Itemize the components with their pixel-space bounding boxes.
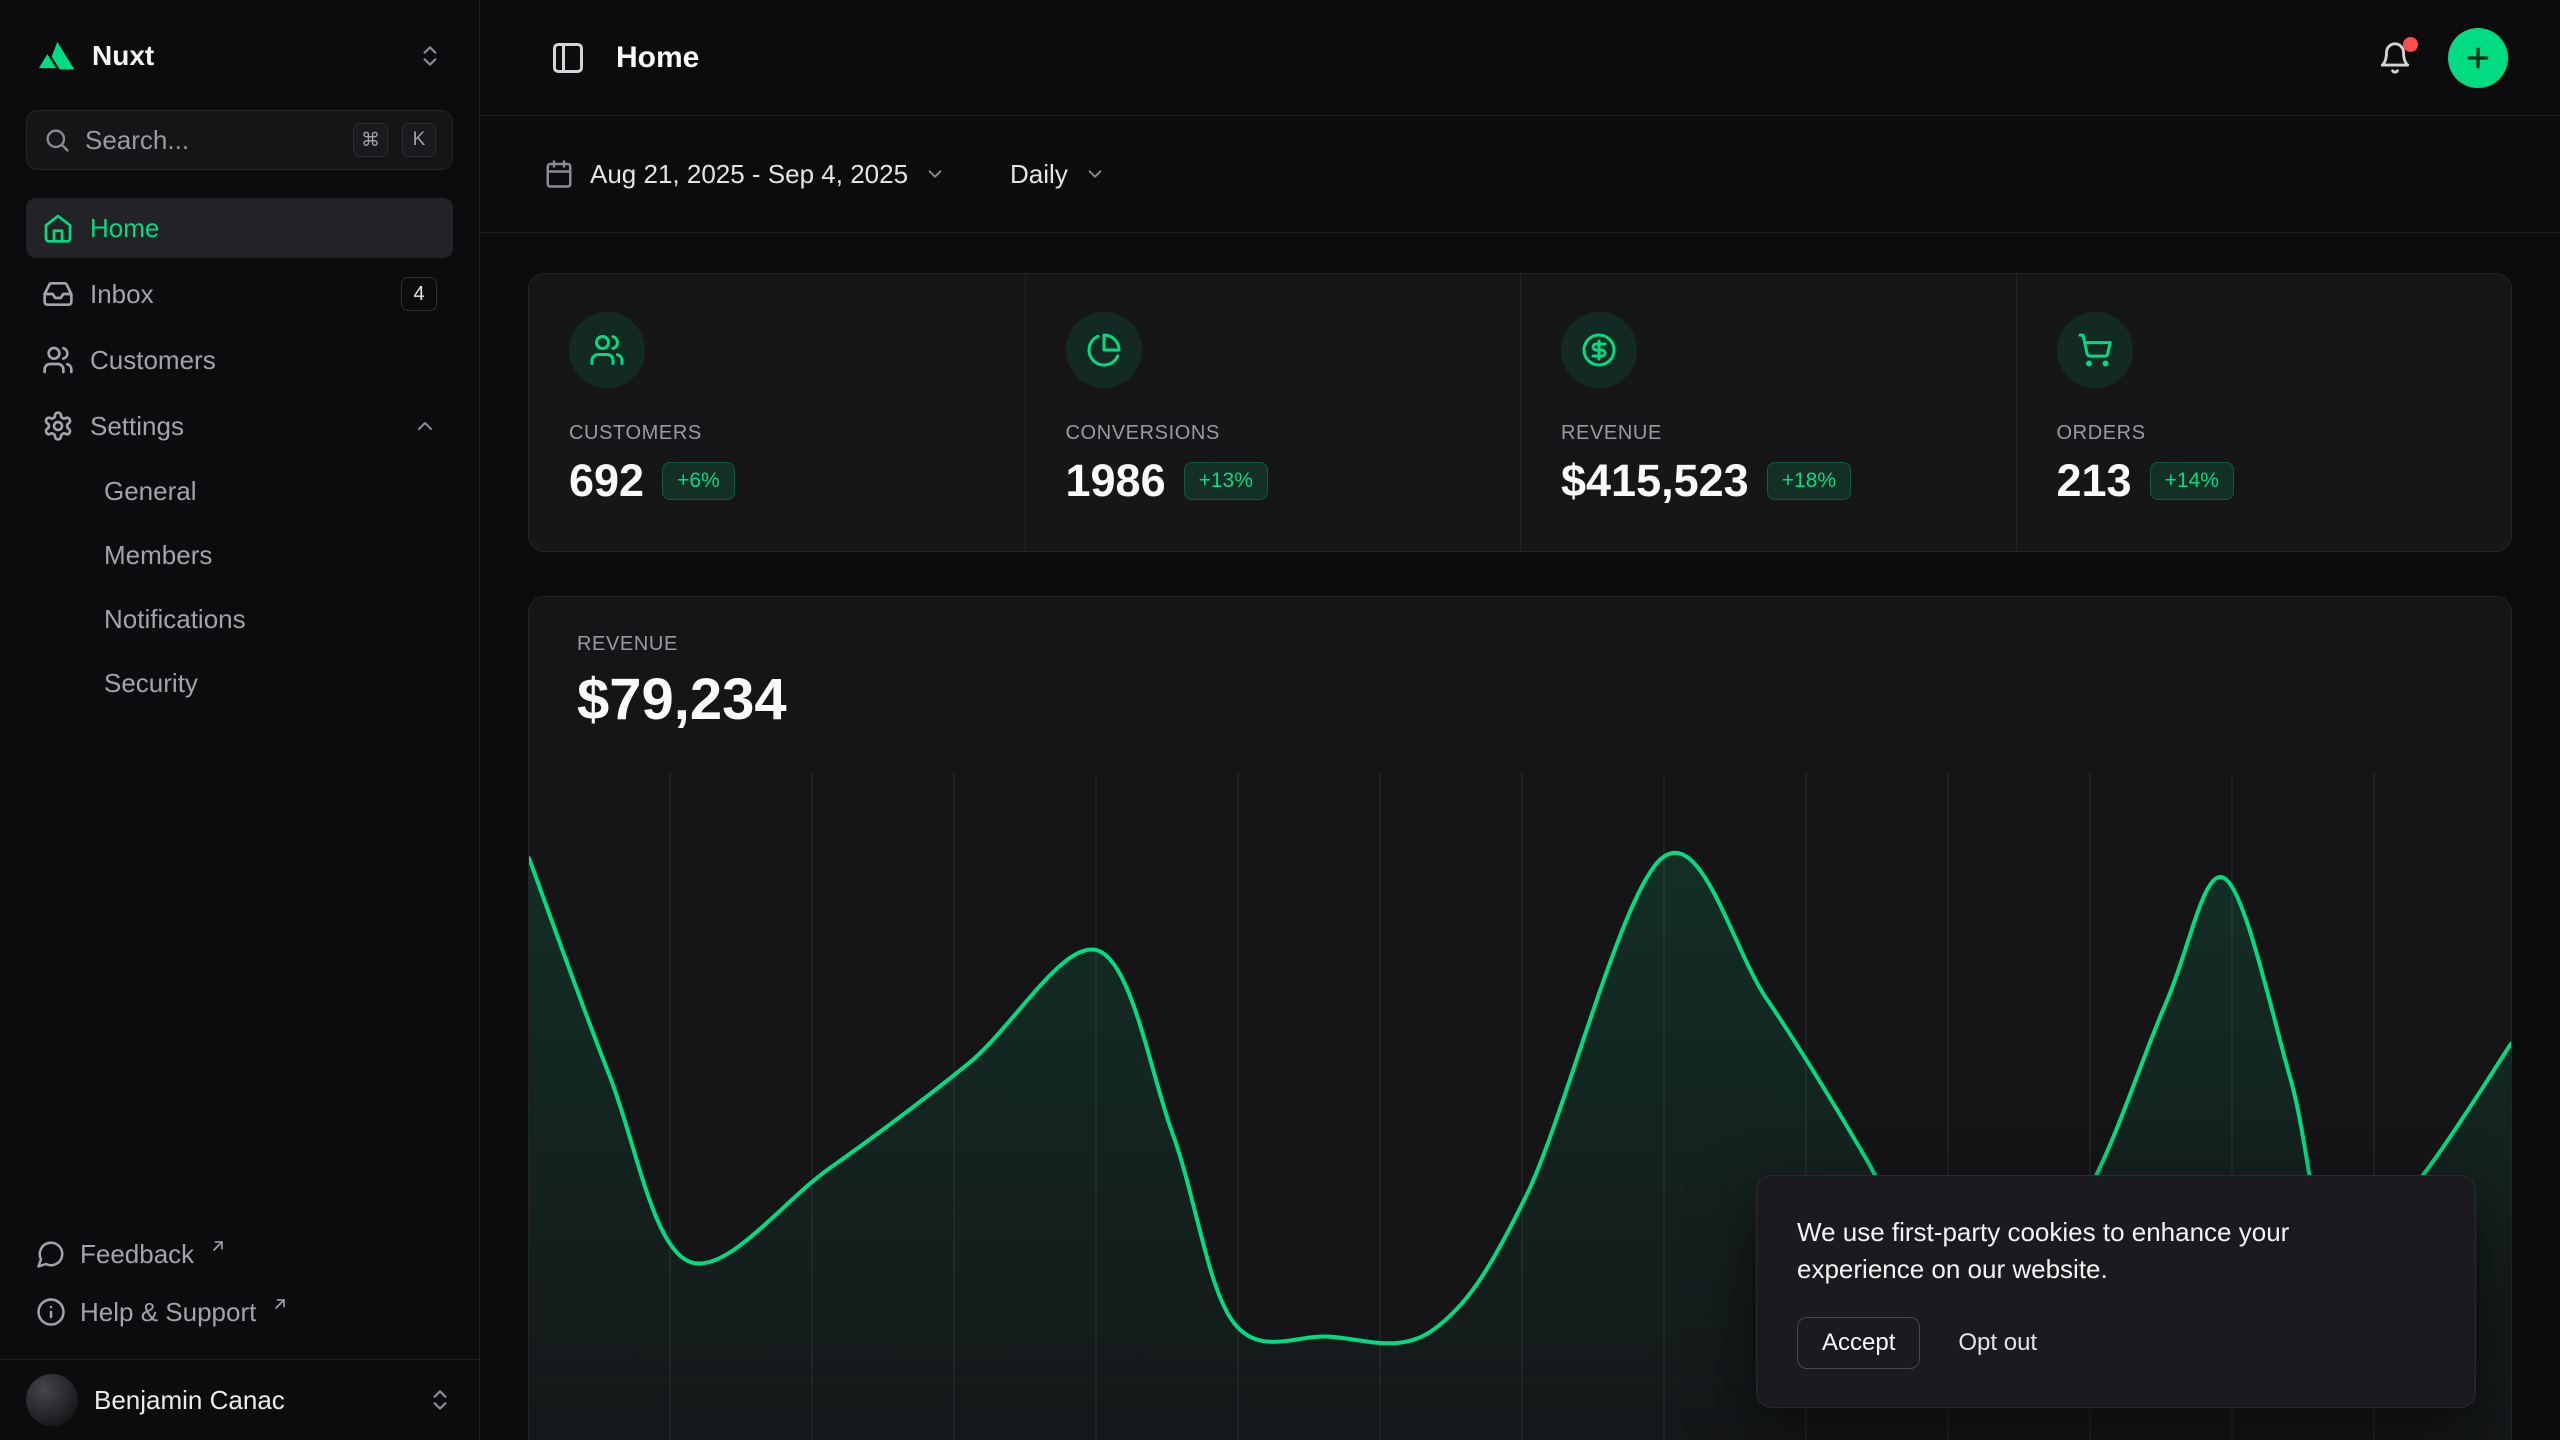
search-icon [43, 126, 71, 154]
sidebar-item-label: Customers [90, 345, 216, 376]
chevrons-up-down-icon [427, 1387, 453, 1413]
sidebar-toggle-button[interactable] [544, 34, 592, 82]
pie-chart-icon [1066, 312, 1142, 388]
kbd-k: K [402, 123, 436, 157]
topbar: Home [480, 0, 2560, 116]
external-link-icon [210, 1238, 226, 1254]
gear-icon [42, 410, 74, 442]
users-icon [569, 312, 645, 388]
chevron-down-icon [1084, 163, 1106, 185]
stat-label: CONVERSIONS [1066, 422, 1481, 445]
sidebar-item-label: Home [90, 213, 159, 244]
stat-delta-badge: +14% [2150, 462, 2234, 500]
opt-out-button[interactable]: Opt out [1958, 1318, 2037, 1368]
sidebar-item-security[interactable]: Security [26, 654, 453, 712]
team-switcher[interactable]: Nuxt [26, 24, 453, 88]
sidebar-item-general[interactable]: General [26, 462, 453, 520]
external-link-icon [272, 1296, 288, 1312]
panel-left-icon [550, 40, 586, 76]
sidebar: Nuxt ⌘ K Home Inb [0, 0, 480, 1440]
filters-toolbar: Aug 21, 2025 - Sep 4, 2025 Daily [480, 116, 2560, 233]
inbox-icon [42, 278, 74, 310]
plus-icon [2463, 43, 2493, 73]
stat-value: 692 [569, 455, 644, 507]
sidebar-item-home[interactable]: Home [26, 198, 453, 258]
stat-label: ORDERS [2057, 422, 2472, 445]
date-range-label: Aug 21, 2025 - Sep 4, 2025 [590, 159, 908, 190]
sidebar-spacer [0, 712, 479, 1225]
sub-item-label: Notifications [104, 604, 246, 635]
message-circle-icon [36, 1239, 66, 1269]
info-icon [36, 1297, 66, 1327]
stat-orders: ORDERS 213 +14% [2016, 274, 2512, 551]
accept-cookies-button[interactable]: Accept [1797, 1317, 1920, 1369]
revenue-card-label: REVENUE [577, 633, 2463, 656]
avatar [26, 1374, 78, 1426]
nuxt-logo-icon [36, 36, 76, 76]
notification-dot [2403, 37, 2418, 52]
search-input[interactable] [85, 125, 339, 156]
granularity-label: Daily [1010, 159, 1068, 190]
stat-delta-badge: +13% [1184, 462, 1268, 500]
stat-value: 213 [2057, 455, 2132, 507]
search-box[interactable]: ⌘ K [26, 110, 453, 170]
sidebar-footer: Feedback Help & Support [26, 1225, 453, 1341]
sub-item-label: Members [104, 540, 212, 571]
stats-row: CUSTOMERS 692 +6% CONVERSIONS 1986 +13% [528, 273, 2512, 552]
inbox-count-badge: 4 [401, 277, 437, 311]
chevron-up-icon [413, 414, 437, 438]
stat-value: 1986 [1066, 455, 1166, 507]
sidebar-item-label: Inbox [90, 279, 154, 310]
help-support-label: Help & Support [80, 1297, 256, 1328]
sidebar-nav: Home Inbox 4 Customers Settings [26, 198, 453, 712]
sidebar-item-notifications[interactable]: Notifications [26, 590, 453, 648]
chevrons-up-down-icon [417, 43, 443, 69]
sub-item-label: Security [104, 668, 198, 699]
stat-revenue: REVENUE $415,523 +18% [1520, 274, 2016, 551]
cart-icon [2057, 312, 2133, 388]
feedback-label: Feedback [80, 1239, 194, 1270]
user-menu[interactable]: Benjamin Canac [0, 1359, 479, 1440]
calendar-icon [544, 159, 574, 189]
granularity-select[interactable]: Daily [1010, 159, 1106, 190]
user-name: Benjamin Canac [94, 1385, 285, 1416]
dollar-circle-icon [1561, 312, 1637, 388]
stat-conversions: CONVERSIONS 1986 +13% [1025, 274, 1521, 551]
sidebar-item-members[interactable]: Members [26, 526, 453, 584]
date-range-picker[interactable]: Aug 21, 2025 - Sep 4, 2025 [544, 159, 946, 190]
sidebar-item-customers[interactable]: Customers [26, 330, 453, 390]
kbd-cmd: ⌘ [353, 123, 388, 157]
stat-label: REVENUE [1561, 422, 1976, 445]
topbar-actions [2372, 28, 2508, 88]
cookie-consent-toast: We use first-party cookies to enhance yo… [1756, 1175, 2476, 1408]
help-support-link[interactable]: Help & Support [26, 1283, 453, 1341]
notifications-button[interactable] [2372, 35, 2418, 81]
add-button[interactable] [2448, 28, 2508, 88]
sidebar-item-label: Settings [90, 411, 184, 442]
revenue-card-value: $79,234 [577, 666, 2463, 733]
users-icon [42, 344, 74, 376]
home-icon [42, 212, 74, 244]
sub-item-label: General [104, 476, 197, 507]
chevron-down-icon [924, 163, 946, 185]
stat-delta-badge: +18% [1767, 462, 1851, 500]
feedback-link[interactable]: Feedback [26, 1225, 453, 1283]
stat-label: CUSTOMERS [569, 422, 985, 445]
stat-customers: CUSTOMERS 692 +6% [529, 274, 1025, 551]
cookie-message: We use first-party cookies to enhance yo… [1797, 1214, 2397, 1289]
sidebar-item-inbox[interactable]: Inbox 4 [26, 264, 453, 324]
sidebar-item-settings[interactable]: Settings [26, 396, 453, 456]
team-name: Nuxt [92, 40, 154, 72]
page-title: Home [616, 41, 699, 75]
stat-delta-badge: +6% [662, 462, 735, 500]
stat-value: $415,523 [1561, 455, 1749, 507]
